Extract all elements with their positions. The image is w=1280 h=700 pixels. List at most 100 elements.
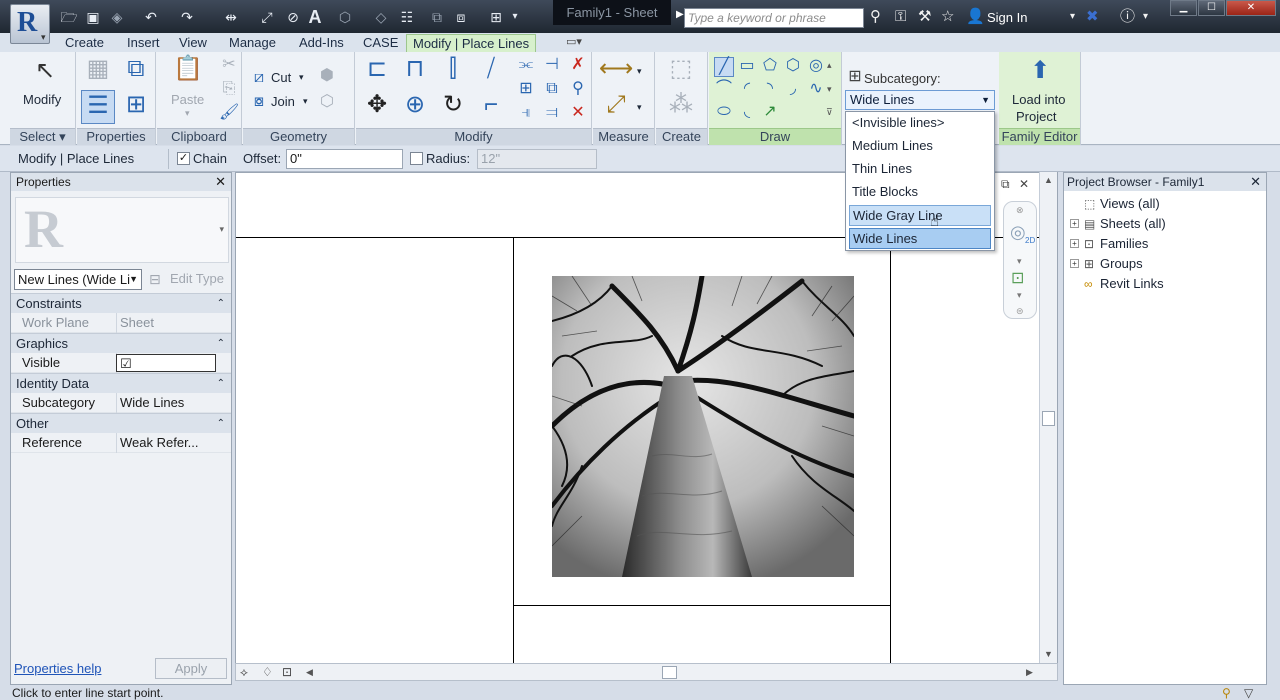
tree-item-views[interactable]: ⬚ Views (all) [1084,195,1160,213]
expand-icon[interactable]: + [1070,239,1079,248]
join-dropdown-icon[interactable]: ▾ [303,96,308,107]
view-restore-icon[interactable]: ⧉ [1001,177,1010,192]
rotate-icon[interactable]: ↻ [436,90,470,124]
tab-view[interactable]: View [179,34,207,52]
tree-item-families[interactable]: + ⊡ Families [1070,235,1148,253]
scroll-right-icon[interactable]: ▶ [1026,667,1033,678]
aligned-dimension-icon[interactable]: ⤢ [599,90,633,124]
load-into-project-line1[interactable]: Load into [1012,92,1066,107]
filter-icon[interactable]: ⚲ [1222,685,1231,700]
tab-create[interactable]: Create [65,34,104,52]
cut-clipboard-icon[interactable]: ✂ [219,56,239,76]
load-into-project-line2[interactable]: Project [1016,109,1056,124]
communication-icon[interactable]: ⚒ [918,8,931,26]
load-into-project-icon[interactable]: ⬆ [1023,56,1057,90]
nav-bar-close-icon[interactable]: ⊗ [1016,205,1024,216]
circle-tool-icon[interactable]: ◎ [806,57,826,77]
join-geometry-icon[interactable]: ⧇ [249,93,269,113]
line-tool-icon[interactable]: ╱ [714,57,734,77]
create-group-icon[interactable]: ⬚ [664,54,698,88]
vertical-scroll-thumb[interactable] [1042,411,1055,426]
properties-toggle-icon[interactable]: ☰ [81,90,115,124]
reference-row[interactable]: Reference Weak Refer... [11,433,231,453]
ellipse-tool-icon[interactable]: ⬭ [714,103,734,123]
modify-button[interactable]: Modify [23,92,61,107]
tangent-arc-icon[interactable]: ◝ [760,80,780,100]
other-group[interactable]: Other ⌃ [11,413,231,433]
tag-icon[interactable]: ⊘ [284,8,302,26]
paste-dropdown-icon[interactable]: ▾ [185,108,190,119]
user-icon[interactable]: 👤 [966,8,985,26]
cut-dropdown-icon[interactable]: ▾ [299,72,304,83]
chain-checkbox[interactable]: ✓ [177,152,190,165]
match-properties-icon[interactable]: 🖌 [219,104,239,124]
vertical-scrollbar[interactable]: ▲ ▼ [1039,172,1057,663]
close-button[interactable]: ✕ [1226,0,1276,16]
edit-type-button[interactable]: Edit Type [170,271,224,286]
edit-type-icon[interactable]: ⊟ [149,271,161,288]
subcategory-option[interactable]: Medium Lines [849,136,991,157]
rectangle-tool-icon[interactable]: ▭ [737,57,757,77]
favorites-icon[interactable]: ☆ [941,8,954,26]
family-types-icon[interactable]: ▦ [81,54,115,88]
measure-between-icon[interactable]: ⟷ [599,54,633,88]
draw-scroll-up-icon[interactable]: ▴ [827,60,832,71]
ribbon-minimize-icon[interactable]: ▭▾ [566,34,582,52]
measure-dropdown-icon[interactable]: ▾ [637,66,642,77]
subcategory-option[interactable]: <Invisible lines> [849,113,991,134]
redo-icon[interactable]: ↷ [178,8,196,26]
horizontal-scroll-thumb[interactable] [662,666,677,679]
tree-item-revit-links[interactable]: ∞ Revit Links [1084,275,1164,293]
quick-access-dropdown-icon[interactable]: ▾ [510,8,520,26]
subcategory-option-hovered[interactable]: Wide Gray Line [849,205,991,226]
inscribed-polygon-icon[interactable]: ⬠ [760,57,780,77]
nav-bar-options-icon[interactable]: ⊜ [1016,306,1024,317]
view-scale-icon[interactable]: ⟡ [240,665,248,680]
trim-multiple-icon[interactable]: ⫣ [516,104,536,124]
undo-icon[interactable]: ↶ [142,8,160,26]
selection-count-icon[interactable]: ▽ [1244,685,1253,700]
subcategory-option-selected[interactable]: Wide Lines [849,228,991,249]
detail-level-icon[interactable]: ♢ [262,665,273,679]
binoculars-icon[interactable]: ⚲ [870,8,881,26]
tree-image[interactable] [552,276,854,577]
center-ends-arc-icon[interactable]: ◜ [737,80,757,100]
pick-lines-icon[interactable]: ↗ [760,103,780,123]
mirror-axis-icon[interactable]: ⫿ [436,54,470,88]
view-close-icon[interactable]: ✕ [1019,177,1029,191]
solid-form-icon[interactable]: ⬢ [317,67,337,87]
tab-modify-place-lines[interactable]: Modify | Place Lines [406,34,537,52]
copy-icon[interactable]: ⎘ [219,80,239,100]
scroll-left-icon[interactable]: ◀ [306,667,313,678]
wheel-dropdown-icon[interactable]: ▾ [1017,256,1022,267]
unpin-icon[interactable]: ✗ [568,56,588,76]
offset-icon[interactable]: ⊓ [398,54,432,88]
subcategory-select[interactable]: Wide Lines ▼ [845,90,995,110]
text-icon[interactable]: A [306,8,324,26]
visual-style-icon[interactable]: ⊡ [282,665,292,679]
open-icon[interactable]: 🗁 [60,8,78,26]
subscription-icon[interactable]: ⚿ [895,8,906,26]
radius-input[interactable]: 12" [477,149,597,169]
apply-button[interactable]: Apply [155,658,227,679]
zoom-region-icon[interactable]: ⊡ [1011,268,1024,288]
visible-checkbox[interactable]: ☑ [120,354,132,373]
search-expand-icon[interactable]: ▶ [676,9,684,20]
draw-more-icon[interactable]: ⊽ [826,107,833,118]
draw-scroll-down-icon[interactable]: ▾ [827,84,832,95]
minimize-button[interactable]: ▁ [1170,0,1197,16]
start-end-arc-icon[interactable]: ⌒ [714,80,734,100]
search-input[interactable]: Type a keyword or phrase [684,8,864,28]
dimension-dropdown-icon[interactable]: ▾ [637,102,642,113]
help-dropdown-icon[interactable]: ▾ [1143,8,1148,26]
tab-case[interactable]: CASE [363,34,398,52]
mirror-draw-icon[interactable]: ⧸ [474,54,508,88]
partial-ellipse-icon[interactable]: ◟ [737,103,757,123]
offset-input[interactable]: 0" [286,149,403,169]
align-dimension-icon[interactable]: ⇹ [222,8,240,26]
thin-lines-icon[interactable]: ☷ [398,8,416,26]
exchange-icon[interactable]: ✖ [1086,8,1099,26]
type-properties-icon[interactable]: ⊞ [119,90,153,124]
scroll-up-icon[interactable]: ▲ [1044,175,1053,185]
properties-help-link[interactable]: Properties help [14,661,101,676]
